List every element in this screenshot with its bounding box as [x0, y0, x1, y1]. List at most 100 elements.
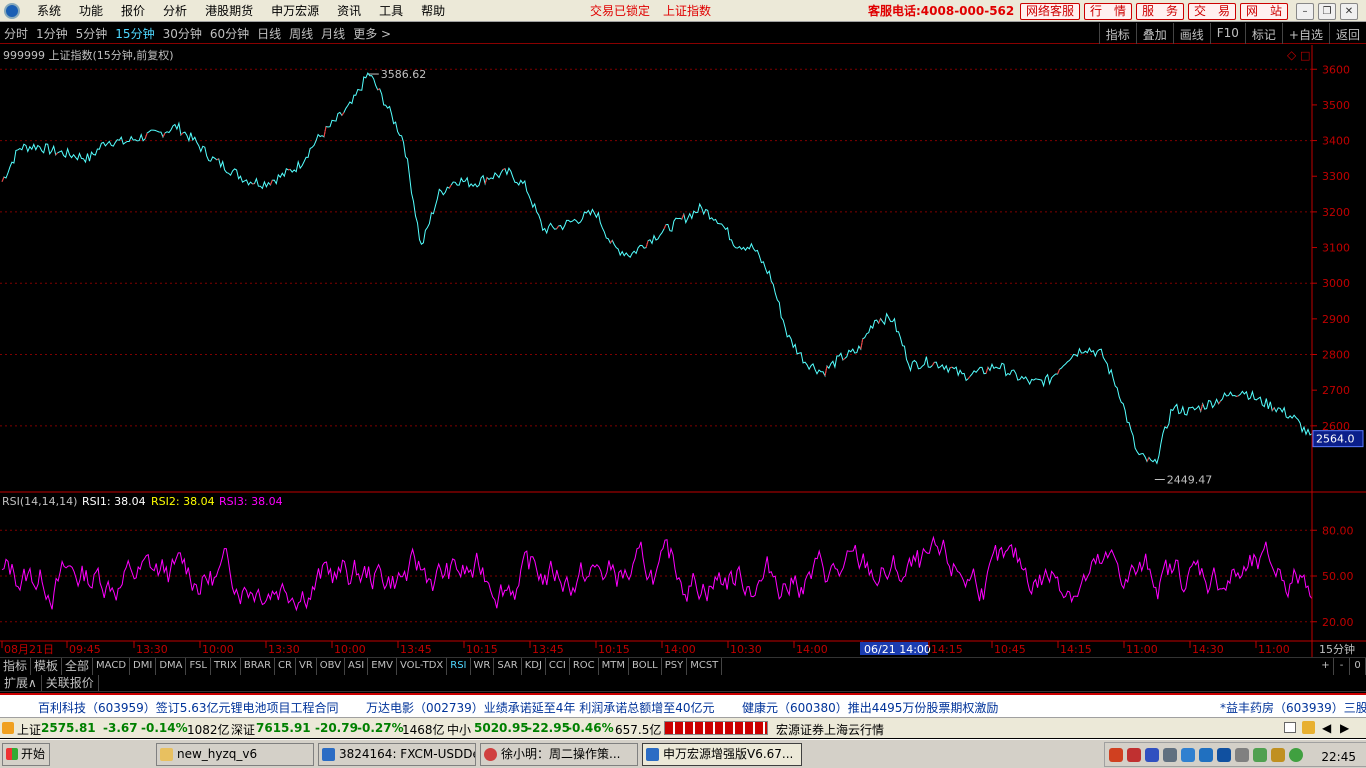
tray-icon[interactable] — [1163, 748, 1177, 762]
menu-swhy[interactable]: 申万宏源 — [262, 2, 328, 19]
time-tick-label: 13:45 — [532, 643, 564, 656]
indicator-tab-全部[interactable]: 全部 — [62, 657, 94, 675]
start-button[interactable]: 开始 — [2, 743, 50, 766]
indicator-tab-cr[interactable]: CR — [275, 657, 296, 675]
indicator-tab-brar[interactable]: BRAR — [241, 657, 276, 675]
menu-hk-futures[interactable]: 港股期货 — [196, 2, 262, 19]
menu-info[interactable]: 资讯 — [328, 2, 370, 19]
tray-icon[interactable] — [1271, 748, 1285, 762]
tray-icon[interactable] — [1253, 748, 1267, 762]
indicator-tab-dma[interactable]: DMA — [156, 657, 187, 675]
period-60min[interactable]: 60分钟 — [206, 25, 253, 42]
tool-indicator[interactable]: 指标 — [1098, 23, 1136, 44]
tool-f10[interactable]: F10 — [1209, 23, 1245, 44]
indicator-tab-sar[interactable]: SAR — [494, 657, 522, 675]
indicator-tab-wr[interactable]: WR — [471, 657, 495, 675]
task-browser[interactable]: 徐小明：周二操作策... — [480, 743, 638, 766]
right-toolbar: 指标 叠加 画线 F10 标记 +自选 返回 — [1098, 23, 1366, 44]
period-monthly[interactable]: 月线 — [317, 25, 349, 42]
zx-label[interactable]: 中小 — [447, 721, 471, 738]
kline-chart[interactable]: 999999 上证指数(15分钟,前复权) 3600 3500 3400 3300 32… — [0, 45, 1366, 657]
expand-tab[interactable]: 扩展∧ — [0, 675, 42, 691]
period-30min[interactable]: 30分钟 — [159, 25, 206, 42]
indicator-control-0[interactable]: + — [1318, 657, 1334, 675]
indicator-tab-macd[interactable]: MACD — [93, 657, 131, 675]
indicator-tab-模板[interactable]: 模板 — [31, 657, 63, 675]
indicator-tab-emv[interactable]: EMV — [368, 657, 397, 675]
website-button[interactable]: 网 站 — [1240, 3, 1288, 20]
menu-analysis[interactable]: 分析 — [154, 2, 196, 19]
minimize-icon[interactable]: – — [1296, 3, 1314, 20]
status-window-icon[interactable] — [1284, 722, 1296, 733]
rsi-tick-label: 50.00 — [1322, 570, 1354, 583]
tray-icon[interactable] — [1109, 748, 1123, 762]
indicator-tab-cci[interactable]: CCI — [546, 657, 570, 675]
tool-overlay[interactable]: 叠加 — [1135, 23, 1173, 44]
task-swhy[interactable]: 申万宏源增强版V6.67... — [642, 743, 802, 766]
indicator-tab-vr[interactable]: VR — [296, 657, 317, 675]
indicator-tab-rsi[interactable]: RSI — [447, 657, 471, 675]
indicator-tab-mcst[interactable]: MCST — [687, 657, 723, 675]
news-item[interactable]: *益丰药房（603939）三股东 — [1220, 699, 1366, 716]
news-item[interactable]: 健康元（600380）推出4495万份股票期权激励 — [742, 699, 998, 716]
period-daily[interactable]: 日线 — [253, 25, 285, 42]
indicator-tab-mtm[interactable]: MTM — [599, 657, 630, 675]
service-button[interactable]: 服 务 — [1136, 3, 1184, 20]
menu-quote[interactable]: 报价 — [112, 2, 154, 19]
indicator-control-2[interactable]: 0 — [1350, 657, 1366, 675]
status-lock-icon[interactable] — [1302, 721, 1315, 734]
period-15min[interactable]: 15分钟 — [111, 25, 158, 42]
menu-system[interactable]: 系统 — [28, 2, 70, 19]
period-5min[interactable]: 5分钟 — [72, 25, 112, 42]
menu-function[interactable]: 功能 — [70, 2, 112, 19]
tool-add-favorite[interactable]: +自选 — [1281, 23, 1329, 44]
price-tick-label: 3400 — [1322, 135, 1350, 148]
trade-lock-status: 交易已锁定 — [590, 4, 651, 18]
online-service-button[interactable]: 网络客服 — [1020, 3, 1080, 20]
restore-icon[interactable]: ❐ — [1318, 3, 1336, 20]
tray-icon[interactable] — [1181, 748, 1195, 762]
tray-icon[interactable] — [1127, 748, 1141, 762]
tray-icon[interactable] — [1235, 748, 1249, 762]
tray-icon[interactable] — [1289, 748, 1303, 762]
news-item[interactable]: 百利科技（603959）签订5.63亿元锂电池项目工程合同 — [38, 699, 339, 716]
task-explorer[interactable]: new_hyzq_v6 — [156, 743, 314, 766]
indicator-tab-roc[interactable]: ROC — [570, 657, 599, 675]
chart-maximize-icon[interactable]: □ — [1300, 49, 1310, 62]
task-fxcm[interactable]: 3824164: FXCM-USDDe... — [318, 743, 476, 766]
indicator-tab-trix[interactable]: TRIX — [211, 657, 241, 675]
indicator-tab-obv[interactable]: OBV — [317, 657, 346, 675]
menu-tools[interactable]: 工具 — [370, 2, 412, 19]
period-1min[interactable]: 1分钟 — [32, 25, 72, 42]
close-icon[interactable]: ✕ — [1340, 3, 1358, 20]
indicator-tab-fsl[interactable]: FSL — [186, 657, 211, 675]
bluetooth-icon[interactable] — [1217, 748, 1231, 762]
chart-collapse-icon[interactable]: ◇ — [1287, 48, 1297, 62]
status-prev-icon[interactable]: ◀ — [1322, 721, 1331, 735]
indicator-tab-psy[interactable]: PSY — [662, 657, 688, 675]
indicator-tab-dmi[interactable]: DMI — [130, 657, 157, 675]
news-item[interactable]: 万达电影（002739）业绩承诺延至4年 利润承诺总额增至40亿元 — [366, 699, 715, 716]
related-quotes-tab[interactable]: 关联报价 — [42, 675, 99, 691]
period-weekly[interactable]: 周线 — [285, 25, 317, 42]
tool-draw[interactable]: 画线 — [1172, 23, 1210, 44]
indicator-tab-boll[interactable]: BOLL — [629, 657, 662, 675]
indicator-tab-vol-tdx[interactable]: VOL-TDX — [397, 657, 448, 675]
period-more[interactable]: 更多 > — [349, 25, 395, 42]
trade-button[interactable]: 交 易 — [1188, 3, 1236, 20]
tool-back[interactable]: 返回 — [1328, 23, 1366, 44]
indicator-tab-kdj[interactable]: KDJ — [522, 657, 546, 675]
indicator-control-1[interactable]: - — [1334, 657, 1350, 675]
tray-icon[interactable] — [1199, 748, 1213, 762]
status-next-icon[interactable]: ▶ — [1340, 721, 1349, 735]
indicator-tab-asi[interactable]: ASI — [345, 657, 369, 675]
tray-icon[interactable] — [1145, 748, 1159, 762]
tool-mark[interactable]: 标记 — [1244, 23, 1282, 44]
market-button[interactable]: 行 情 — [1084, 3, 1132, 20]
period-intraday[interactable]: 分时 — [0, 25, 32, 42]
menu-help[interactable]: 帮助 — [412, 2, 454, 19]
sz-label[interactable]: 深证 — [231, 721, 255, 738]
task-label: 徐小明：周二操作策... — [501, 747, 621, 761]
sh-label[interactable]: 上证 — [17, 721, 41, 738]
indicator-tab-指标[interactable]: 指标 — [0, 657, 32, 675]
